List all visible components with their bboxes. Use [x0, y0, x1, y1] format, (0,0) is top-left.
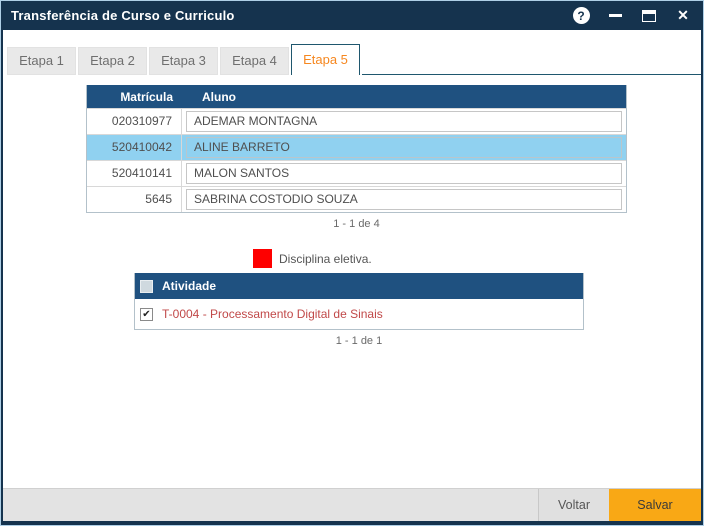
student-table-header: Matrícula Aluno [87, 85, 626, 108]
close-button[interactable]: ✕ [673, 6, 693, 26]
titlebar: Transferência de Curso e Curriculo ? ✕ [3, 1, 701, 30]
activity-table-header: Atividade [135, 273, 583, 299]
aluno-cell: ALINE BARRETO [182, 135, 626, 160]
aluno-cell: ADEMAR MONTAGNA [182, 109, 626, 134]
table-row[interactable]: 5645 SABRINA COSTODIO SOUZA [87, 186, 626, 212]
select-all-checkbox[interactable] [140, 279, 153, 293]
activity-row[interactable]: ✔ T-0004 - Processamento Digital de Sina… [135, 299, 583, 329]
column-header-matricula: Matrícula [120, 89, 173, 104]
tab-strip-filler [362, 44, 701, 75]
tab-etapa-2[interactable]: Etapa 2 [78, 47, 147, 75]
aluno-cell: MALON SANTOS [182, 161, 626, 186]
dialog-outer-frame: Transferência de Curso e Curriculo ? ✕ E… [0, 0, 704, 526]
table-row[interactable]: 520410141 MALON SANTOS [87, 160, 626, 186]
matricula-cell: 520410141 [87, 161, 182, 186]
aluno-cell: SABRINA COSTODIO SOUZA [182, 187, 626, 212]
activity-label: T-0004 - Processamento Digital de Sinais [162, 307, 383, 321]
matricula-cell: 5645 [87, 187, 182, 212]
salvar-button[interactable]: Salvar [609, 489, 701, 521]
elective-legend-label: Disciplina eletiva. [279, 251, 372, 266]
maximize-icon [642, 9, 656, 22]
close-icon: ✕ [677, 7, 689, 23]
table-row[interactable]: 020310977 ADEMAR MONTAGNA [87, 108, 626, 134]
help-icon: ? [572, 7, 590, 24]
transfer-dialog: Transferência de Curso e Curriculo ? ✕ E… [1, 1, 703, 525]
aluno-name-box[interactable]: ALINE BARRETO [186, 137, 622, 158]
column-header-atividade: Atividade [162, 279, 217, 293]
minimize-button[interactable] [605, 6, 625, 26]
activity-table: Atividade ✔ T-0004 - Processamento Digit… [134, 273, 584, 330]
tab-etapa-1[interactable]: Etapa 1 [7, 47, 76, 75]
aluno-name-box[interactable]: ADEMAR MONTAGNA [186, 111, 622, 132]
activity-checkbox-checked[interactable]: ✔ [140, 307, 153, 321]
matricula-cell: 020310977 [87, 109, 182, 134]
student-table-pagination: 1 - 1 de 4 [333, 218, 380, 230]
aluno-name-box[interactable]: SABRINA COSTODIO SOUZA [186, 189, 622, 210]
maximize-button[interactable] [639, 6, 659, 26]
activity-table-pagination: 1 - 1 de 1 [335, 335, 383, 347]
table-row-selected[interactable]: 520410042 ALINE BARRETO [87, 134, 626, 160]
student-table: Matrícula Aluno 020310977 ADEMAR MONTAGN… [86, 85, 627, 213]
window-controls: ? ✕ [571, 6, 693, 26]
help-button[interactable]: ? [571, 6, 591, 26]
voltar-button[interactable]: Voltar [538, 489, 609, 521]
window-title: Transferência de Curso e Curriculo [11, 8, 235, 23]
minimize-icon [608, 14, 622, 17]
aluno-name-box[interactable]: MALON SANTOS [186, 163, 622, 184]
matricula-cell: 520410042 [87, 135, 182, 160]
elective-legend: Disciplina eletiva. [253, 249, 372, 268]
elective-color-swatch [253, 249, 272, 268]
column-header-aluno: Aluno [202, 89, 236, 104]
tab-etapa-4[interactable]: Etapa 4 [220, 47, 289, 75]
tab-strip: Etapa 1 Etapa 2 Etapa 3 Etapa 4 Etapa 5 [7, 44, 701, 75]
tab-etapa-5[interactable]: Etapa 5 [291, 44, 360, 75]
tab-etapa-3[interactable]: Etapa 3 [149, 47, 218, 75]
footer-bar: Voltar Salvar [3, 488, 701, 521]
